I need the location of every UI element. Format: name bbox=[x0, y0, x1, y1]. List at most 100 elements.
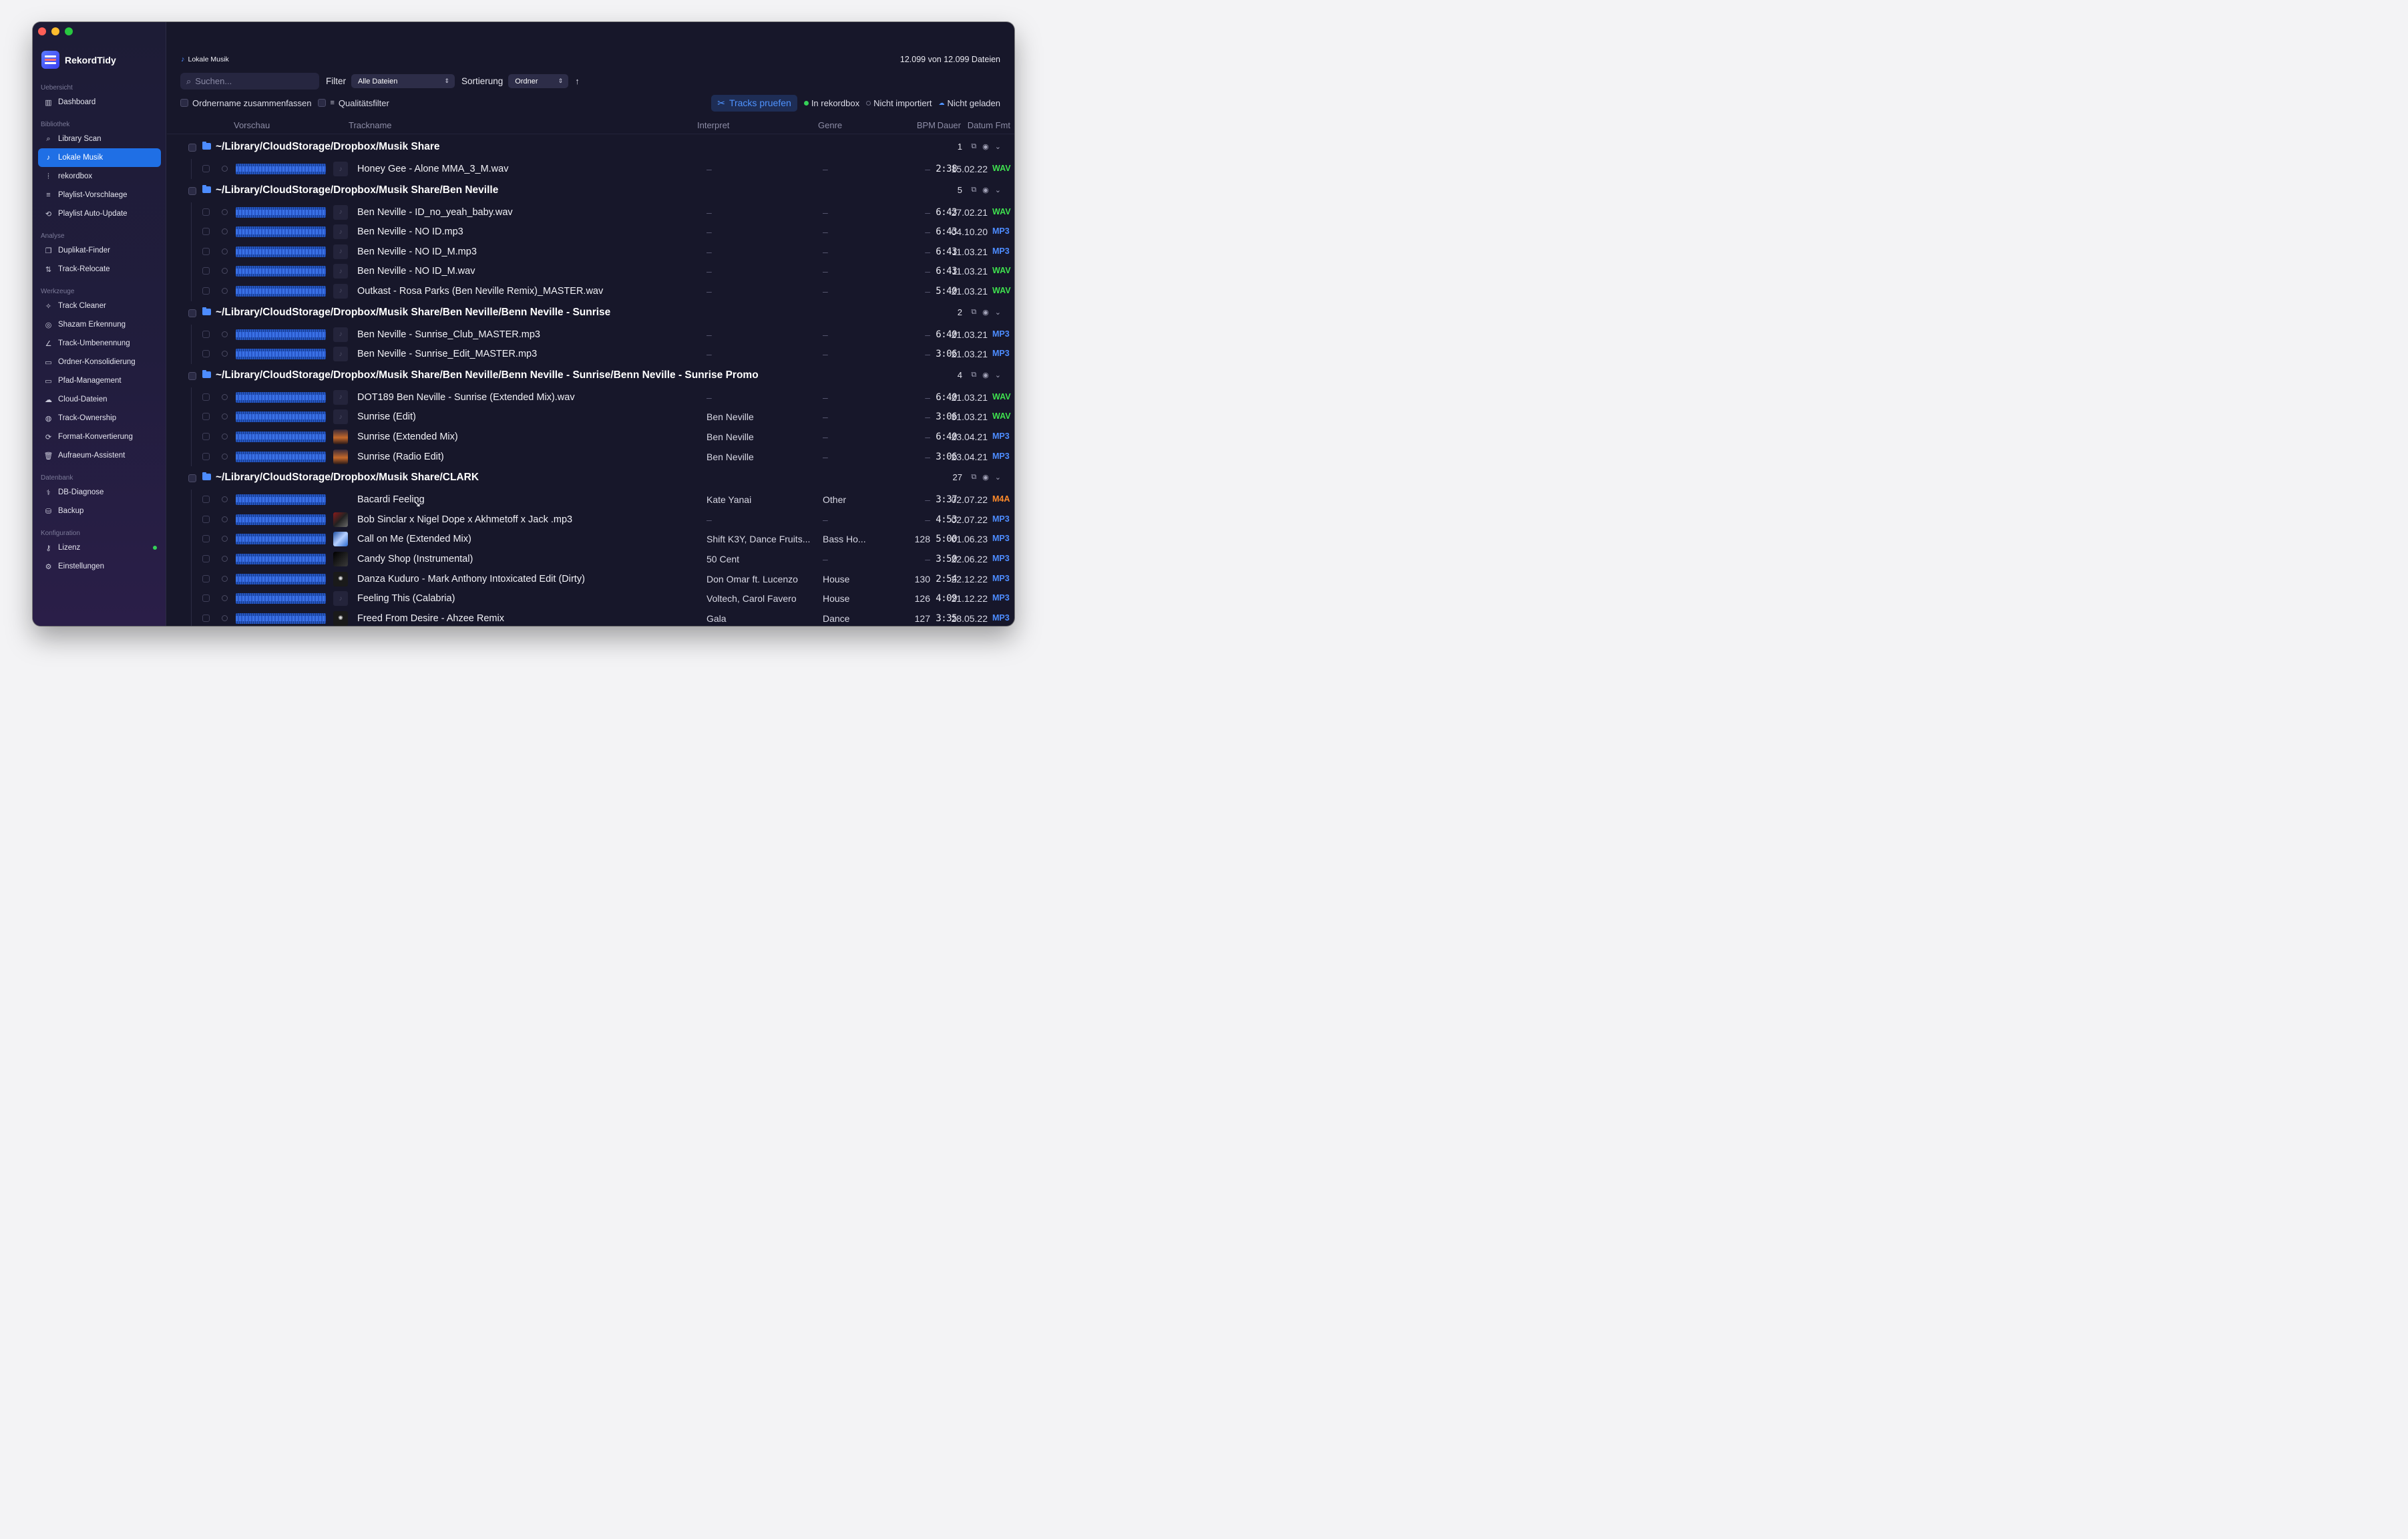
search-input[interactable]: ⌕ Suchen... bbox=[180, 73, 319, 90]
zoom-window-button[interactable] bbox=[65, 27, 73, 35]
sidebar-item-library-scan[interactable]: ⌕ Library Scan bbox=[38, 130, 161, 148]
track-checkbox[interactable] bbox=[202, 165, 210, 172]
quality-filter-toggle[interactable]: ≡ Qualitätsfilter bbox=[318, 98, 389, 108]
waveform-preview[interactable] bbox=[236, 411, 326, 423]
eye-icon[interactable]: ◉ bbox=[982, 142, 989, 151]
folder-checkbox[interactable] bbox=[188, 144, 196, 152]
chevron-down-icon[interactable]: ⌄ bbox=[995, 308, 1001, 317]
track-checkbox[interactable] bbox=[202, 393, 210, 401]
folder-row[interactable]: ~/Library/CloudStorage/Dropbox/Musik Sha… bbox=[167, 136, 1014, 159]
reveal-in-finder-icon[interactable]: ⧉ bbox=[971, 186, 976, 194]
waveform-preview[interactable] bbox=[236, 451, 326, 462]
waveform-preview[interactable] bbox=[236, 514, 326, 525]
track-checkbox[interactable] bbox=[202, 228, 210, 236]
eye-icon[interactable]: ◉ bbox=[982, 186, 989, 194]
table-row[interactable]: ♪ Ben Neville - NO ID.mp3– – –6:43 04.10.20 M… bbox=[167, 222, 1014, 242]
folder-checkbox[interactable] bbox=[188, 474, 196, 483]
track-checkbox[interactable] bbox=[202, 515, 210, 523]
reveal-in-finder-icon[interactable]: ⧉ bbox=[971, 142, 976, 151]
sidebar-item-lizenz[interactable]: ⚷ Lizenz bbox=[38, 538, 161, 557]
waveform-preview[interactable] bbox=[236, 226, 326, 238]
check-tracks-button[interactable]: ✂ Tracks pruefen bbox=[711, 94, 797, 112]
waveform-preview[interactable] bbox=[236, 266, 326, 277]
reveal-in-finder-icon[interactable]: ⧉ bbox=[971, 371, 976, 379]
track-checkbox[interactable] bbox=[202, 330, 210, 338]
track-checkbox[interactable] bbox=[202, 496, 210, 504]
track-checkbox[interactable] bbox=[202, 413, 210, 421]
waveform-preview[interactable] bbox=[236, 613, 326, 624]
waveform-preview[interactable] bbox=[236, 553, 326, 564]
sidebar-item-aufraeum-assistent[interactable]: 🗑 Aufraeum-Assistent bbox=[38, 446, 161, 465]
waveform-preview[interactable] bbox=[236, 534, 326, 545]
table-row[interactable]: ♪ Ben Neville - Sunrise_Edit_MASTER.mp3 – –… bbox=[167, 344, 1014, 364]
table-row[interactable]: ♪ Ben Neville - ID_no_yeah_baby.wav – – –6:4… bbox=[167, 202, 1014, 222]
eye-icon[interactable]: ◉ bbox=[982, 473, 989, 482]
folder-checkbox[interactable] bbox=[188, 186, 196, 195]
waveform-preview[interactable] bbox=[236, 246, 326, 257]
track-checkbox[interactable] bbox=[202, 574, 210, 582]
waveform-preview[interactable] bbox=[236, 285, 326, 297]
folder-row[interactable]: ~/Library/CloudStorage/Dropbox/Musik Sha… bbox=[167, 466, 1014, 490]
track-checkbox[interactable] bbox=[202, 452, 210, 460]
sidebar-item-dashboard[interactable]: ▥ Dashboard bbox=[38, 93, 161, 112]
filter-select[interactable]: Alle Dateien ⇕ bbox=[351, 74, 455, 88]
eye-icon[interactable]: ◉ bbox=[982, 308, 989, 317]
column-date[interactable]: Datum bbox=[968, 120, 993, 130]
sidebar-item-db-diagnose[interactable]: ⚕ DB-Diagnose bbox=[38, 483, 161, 502]
folder-row[interactable]: ~/Library/CloudStorage/Dropbox/Musik Sha… bbox=[167, 301, 1014, 325]
table-row[interactable]: ♪ Ben Neville - NO ID_M.mp3– – –6:43 11.03.2… bbox=[167, 241, 1014, 262]
table-row[interactable]: Sunrise (Radio Edit) Ben Neville – –3:06 23.… bbox=[167, 446, 1014, 467]
sidebar-item-backup[interactable]: ⛁ Backup bbox=[38, 502, 161, 520]
sidebar-item-track-ownership[interactable]: ◍ Track-Ownership bbox=[38, 409, 161, 428]
reveal-in-finder-icon[interactable]: ⧉ bbox=[971, 473, 976, 482]
sort-direction-icon[interactable]: ↑ bbox=[575, 76, 580, 86]
sidebar-item-ordner-konsolidierung[interactable]: ▭ Ordner-Konsolidierung bbox=[38, 353, 161, 371]
table-row[interactable]: ♪ Ben Neville - Sunrise_Club_MASTER.mp3 – –… bbox=[167, 324, 1014, 345]
waveform-preview[interactable] bbox=[236, 164, 326, 174]
column-preview[interactable]: Vorschau bbox=[234, 120, 270, 130]
track-checkbox[interactable] bbox=[202, 614, 210, 622]
table-row[interactable]: Call on Me (Extended Mix) Shift K3Y, Danc… bbox=[167, 529, 1014, 549]
track-checkbox[interactable] bbox=[202, 350, 210, 358]
column-duration[interactable]: Dauer bbox=[938, 120, 961, 130]
eye-icon[interactable]: ◉ bbox=[982, 371, 989, 379]
table-row[interactable]: ✺ Freed From Desire - Ahzee Remix Gala Danc… bbox=[167, 608, 1014, 626]
waveform-preview[interactable] bbox=[236, 593, 326, 605]
table-row[interactable]: Candy Shop (Instrumental) 50 Cent – –3:50 22… bbox=[167, 548, 1014, 569]
track-checkbox[interactable] bbox=[202, 208, 210, 216]
folder-row[interactable]: ~/Library/CloudStorage/Dropbox/Musik Sha… bbox=[167, 364, 1014, 387]
track-checkbox[interactable] bbox=[202, 594, 210, 603]
track-checkbox[interactable] bbox=[202, 535, 210, 543]
column-artist[interactable]: Interpret bbox=[697, 120, 729, 130]
sidebar-item-einstellungen[interactable]: ⚙ Einstellungen bbox=[38, 557, 161, 576]
minimize-window-button[interactable] bbox=[51, 27, 59, 35]
table-row[interactable]: ♪ Ben Neville - NO ID_M.wav – – –6:43 11.03.2… bbox=[167, 261, 1014, 281]
folder-checkbox[interactable] bbox=[188, 371, 196, 380]
close-window-button[interactable] bbox=[38, 27, 46, 35]
track-checkbox[interactable] bbox=[202, 432, 210, 440]
folder-row[interactable]: ~/Library/CloudStorage/Dropbox/Musik Sha… bbox=[167, 179, 1014, 202]
sidebar-item-playlist-vorschlaege[interactable]: ≡ Playlist-Vorschlaege bbox=[38, 186, 161, 204]
sidebar-item-format-konvertierung[interactable]: ⟳ Format-Konvertierung bbox=[38, 428, 161, 446]
waveform-preview[interactable] bbox=[236, 391, 326, 403]
chevron-down-icon[interactable]: ⌄ bbox=[995, 186, 1001, 194]
quality-filter-checkbox[interactable] bbox=[318, 99, 327, 107]
group-folder-toggle[interactable]: Ordnername zusammenfassen bbox=[180, 98, 311, 108]
table-row[interactable]: ♪ Sunrise (Edit) Ben Neville – –3:06 31.03.21… bbox=[167, 407, 1014, 427]
column-format[interactable]: Fmt bbox=[996, 120, 1010, 130]
waveform-preview[interactable] bbox=[236, 573, 326, 584]
table-row[interactable]: ♪ Outkast - Rosa Parks (Ben Neville Remix… bbox=[167, 281, 1014, 301]
track-checkbox[interactable] bbox=[202, 287, 210, 295]
chevron-down-icon[interactable]: ⌄ bbox=[995, 142, 1001, 151]
table-row[interactable]: ♪ Feeling This (Calabria) Voltech, Carol F… bbox=[167, 588, 1014, 609]
chevron-down-icon[interactable]: ⌄ bbox=[995, 371, 1001, 379]
track-checkbox[interactable] bbox=[202, 267, 210, 275]
sidebar-item-shazam-erkennung[interactable]: ◎ Shazam Erkennung bbox=[38, 315, 161, 334]
group-folder-checkbox[interactable] bbox=[180, 99, 188, 107]
waveform-preview[interactable] bbox=[236, 329, 326, 340]
sidebar-item-playlist-auto-update[interactable]: ⟲ Playlist Auto-Update bbox=[38, 204, 161, 223]
sidebar-item-track-cleaner[interactable]: ✧ Track Cleaner bbox=[38, 297, 161, 315]
table-row[interactable]: Bacardi Feeling Kate Yanai Other –3:37 02.07… bbox=[167, 490, 1014, 510]
waveform-preview[interactable] bbox=[236, 349, 326, 360]
sidebar-item-cloud-dateien[interactable]: ☁ Cloud-Dateien bbox=[38, 390, 161, 409]
